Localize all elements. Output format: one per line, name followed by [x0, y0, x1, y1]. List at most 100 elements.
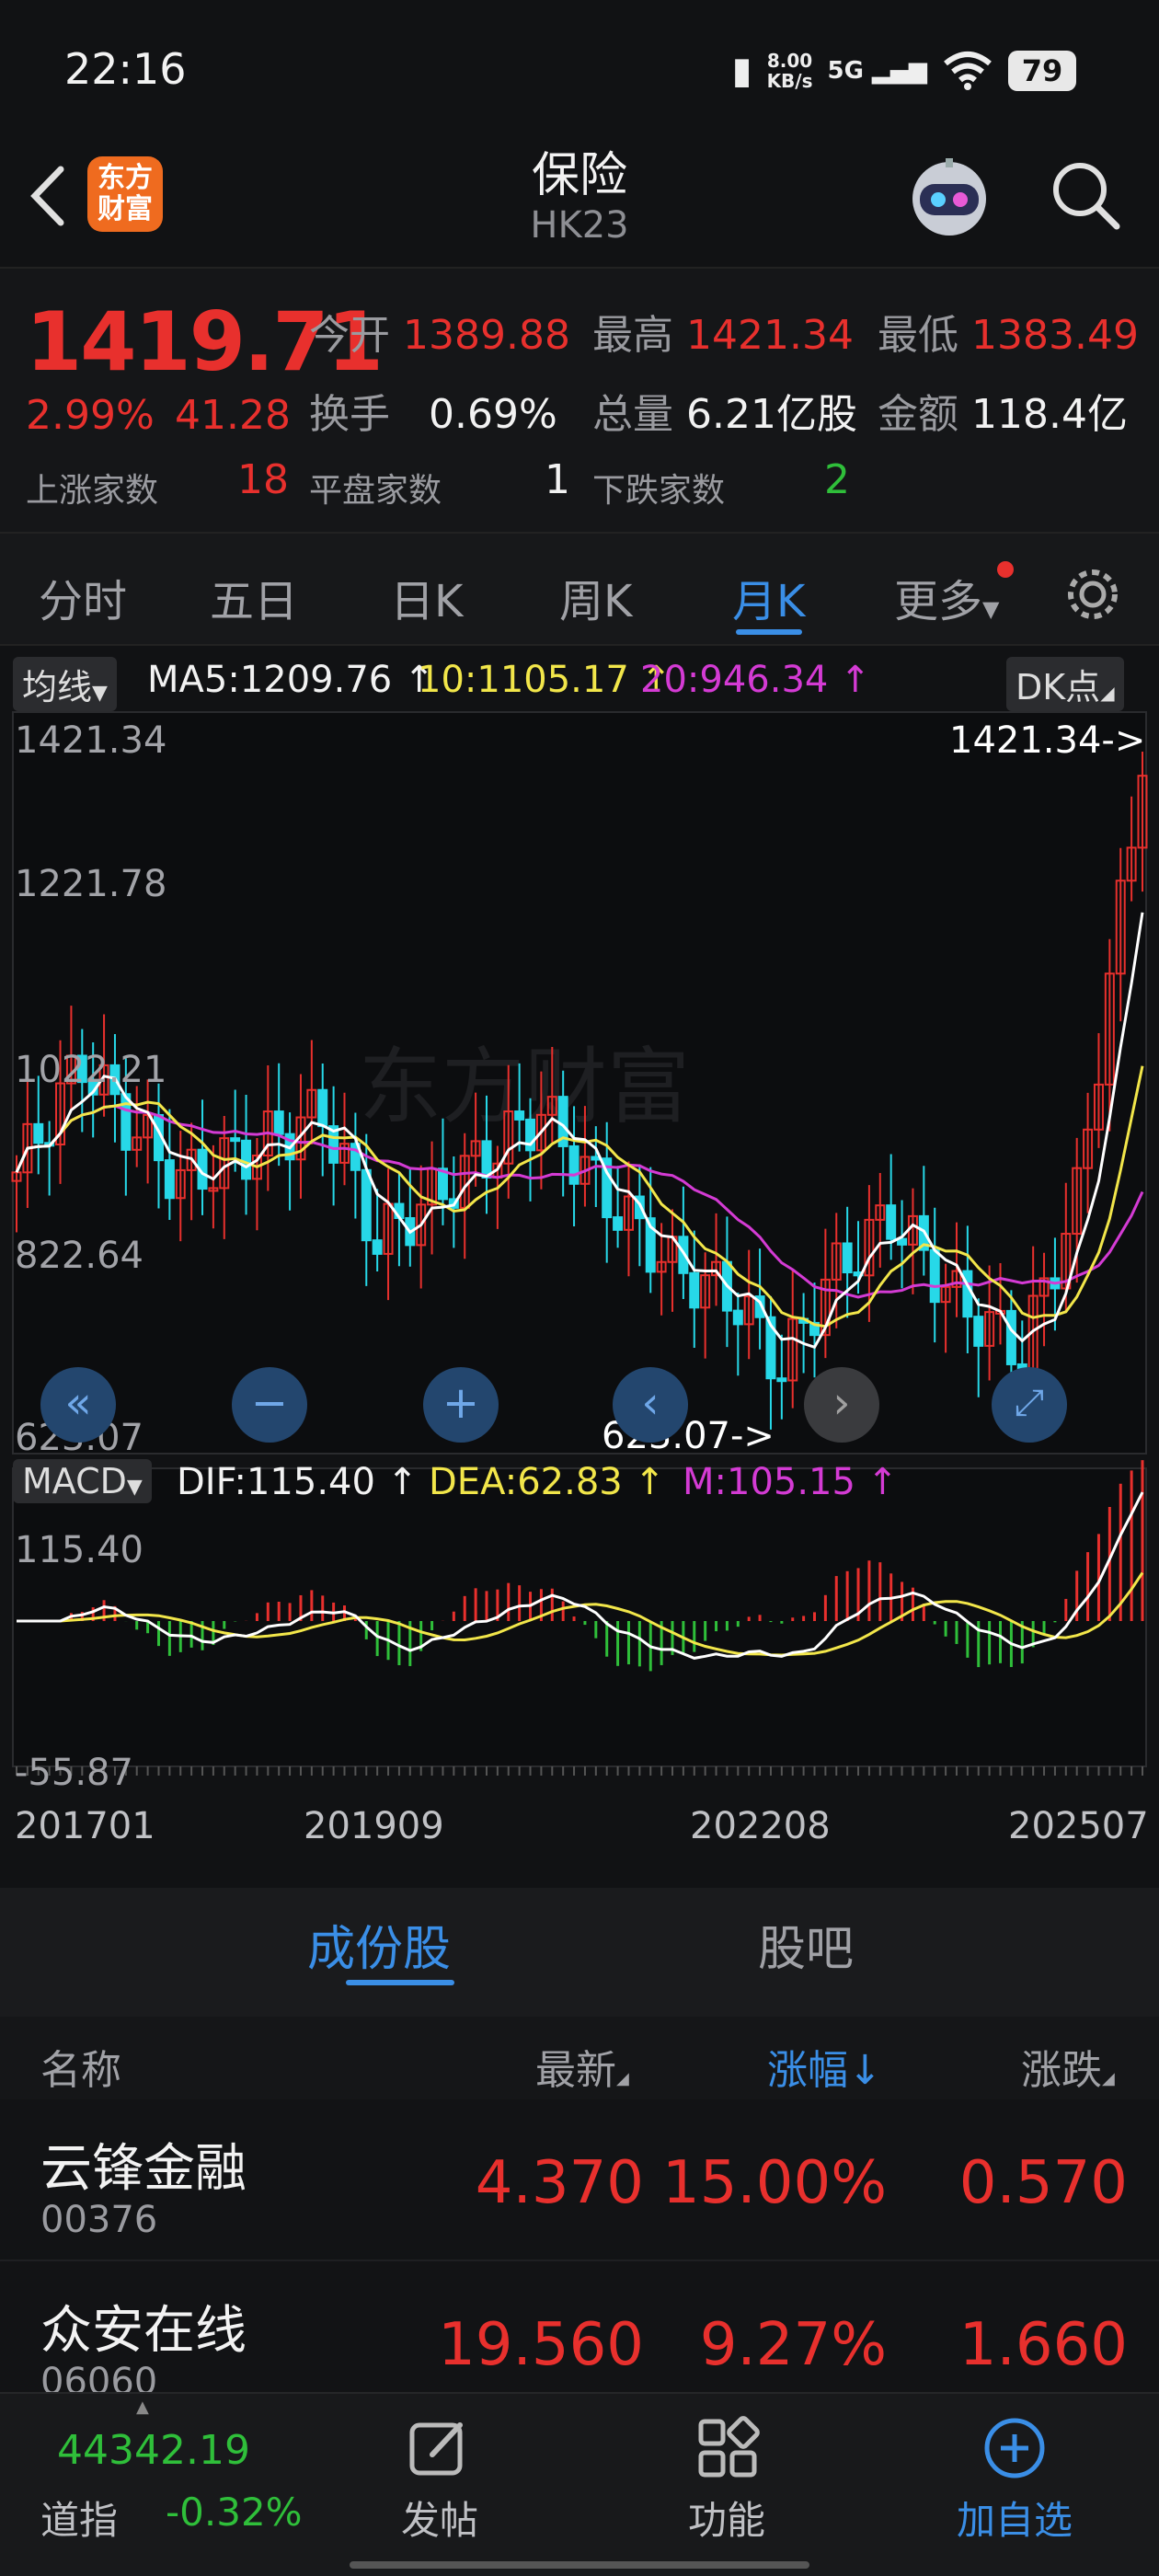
col-latest[interactable]: 最新◢ — [535, 2037, 629, 2096]
scroll-left-fast-button[interactable]: « — [40, 1367, 116, 1443]
speed-value: 8.00 — [766, 50, 813, 72]
col-chg[interactable]: 涨跌◢ — [1021, 2037, 1115, 2096]
bottom-nav: 44342.19 ▲ 道指 -0.32% 发帖 功能 加自选 — [0, 2392, 1159, 2576]
network-type: 5G — [827, 57, 864, 85]
edit-post-icon[interactable] — [407, 2416, 471, 2480]
tab-minute[interactable]: 分时 — [39, 565, 127, 629]
stock-latest: 4.370 — [475, 2149, 644, 2217]
dea-text: DEA:62.83 — [429, 1461, 623, 1503]
vibrate-icon: ▮ — [731, 50, 752, 92]
ma10-value: 10:1105.17 ↑ — [418, 659, 672, 701]
open-label: 今开 — [309, 312, 390, 359]
watermark: 东方财富 — [359, 1039, 690, 1135]
dk-point-toggle[interactable]: DK点◢ — [1006, 657, 1124, 711]
stock-chg: 0.570 — [958, 2149, 1128, 2217]
tab-weekly-k[interactable]: 周K — [559, 565, 632, 629]
candle-body — [33, 1122, 44, 1144]
active-tab-indicator — [736, 629, 802, 635]
zoom-in-button[interactable]: + — [423, 1367, 499, 1443]
notification-dot — [997, 561, 1014, 578]
change-value: 41.28 — [175, 392, 291, 439]
down-count-label: 下跌家数 — [592, 472, 726, 510]
up-count-label: 上涨家数 — [26, 472, 159, 510]
tab-more[interactable]: 更多▼ — [894, 565, 999, 629]
candle-body — [886, 1204, 897, 1240]
ma-legend: 均线▼ MA5:1209.76 ↑ 10:1105.17 ↑ 20:946.34… — [0, 655, 1159, 711]
xtick-3: 202208 — [690, 1805, 831, 1847]
active-list-tab-indicator — [346, 1980, 454, 1985]
down-count: 2 — [824, 456, 850, 503]
stock-pct: 9.27% — [699, 2311, 887, 2379]
candle-body — [273, 1110, 284, 1135]
function-label[interactable]: 功能 — [688, 2490, 765, 2546]
candle-body — [241, 1139, 252, 1180]
candle-body — [361, 1168, 372, 1242]
candle-body — [842, 1242, 853, 1274]
tab-constituents[interactable]: 成份股 — [307, 1910, 451, 1979]
expand-up-icon[interactable]: ▲ — [136, 2398, 149, 2417]
list-item[interactable]: 云锋金融 00376 4.370 15.00% 0.570 — [0, 2099, 1159, 2261]
flat-count: 1 — [545, 456, 570, 503]
stock-latest: 19.560 — [438, 2311, 644, 2379]
grid-function-icon[interactable] — [695, 2416, 760, 2480]
kline-chart[interactable]: 东方财富 — [0, 710, 1159, 1803]
settings-gear-icon[interactable] — [1063, 565, 1122, 624]
ma20-text: 20:946.34 — [640, 659, 829, 701]
macd-frame — [12, 1467, 1147, 1767]
volume-value: 6.21亿股 — [686, 391, 857, 438]
column-header: 名称 最新◢ 涨幅↓ 涨跌◢ — [0, 2017, 1159, 2099]
open-value: 1389.88 — [403, 312, 570, 359]
candle-body — [689, 1271, 700, 1309]
candle-body — [481, 1140, 492, 1179]
home-indicator — [350, 2561, 809, 2569]
fullscreen-icon[interactable]: ⤢ — [992, 1367, 1067, 1443]
dropdown-icon: ▼ — [126, 1476, 143, 1499]
ytick-2: 1221.78 — [15, 863, 167, 905]
signal-icon: 5G ▂▄▆ — [827, 57, 927, 85]
col-pct[interactable]: 涨幅↓ — [767, 2037, 882, 2096]
macd-selector[interactable]: MACD▼ — [13, 1459, 152, 1503]
candle-body — [973, 1316, 984, 1347]
battery-icon: 79 — [1008, 51, 1076, 91]
scroll-right-button[interactable]: › — [804, 1367, 879, 1443]
dea-value: DEA:62.83 ↑ — [429, 1461, 665, 1503]
scroll-left-button[interactable]: ‹ — [613, 1367, 688, 1443]
tab-forum[interactable]: 股吧 — [758, 1910, 854, 1979]
col-pct-label: 涨幅 — [767, 2047, 848, 2094]
dif-text: DIF:115.40 — [177, 1461, 375, 1503]
tab-monthly-k[interactable]: 月K — [732, 565, 805, 629]
turnover-value: 0.69% — [428, 391, 557, 438]
up-count: 18 — [237, 456, 289, 503]
high-value: 1421.34 — [686, 312, 854, 359]
stock-chg: 1.660 — [958, 2311, 1128, 2379]
quote-panel: 1419.71 2.99% 41.28 今开 1389.88 最高 1421.3… — [0, 267, 1159, 534]
index-value[interactable]: 44342.19 — [57, 2427, 250, 2474]
post-label[interactable]: 发帖 — [401, 2490, 478, 2546]
xtick-4: 202507 — [1008, 1805, 1149, 1847]
search-icon[interactable] — [1049, 158, 1122, 232]
change-pct: 2.99% — [26, 392, 155, 439]
tab-five-day[interactable]: 五日 — [210, 565, 298, 629]
add-watchlist-label[interactable]: 加自选 — [957, 2490, 1073, 2546]
tab-daily-k[interactable]: 日K — [390, 565, 463, 629]
candle-body — [514, 1110, 525, 1121]
candle-body — [568, 1144, 580, 1185]
add-watchlist-icon[interactable] — [982, 2416, 1047, 2480]
ma5-value: MA5:1209.76 ↑ — [147, 659, 435, 701]
robot-avatar-icon[interactable] — [905, 153, 993, 241]
volume-label: 总量 — [592, 391, 673, 438]
ma5-text: MA5:1209.76 — [147, 659, 393, 701]
col-name: 名称 — [40, 2047, 121, 2094]
dropdown-icon: ▼ — [982, 596, 1000, 622]
zoom-out-button[interactable]: − — [232, 1367, 307, 1443]
status-icons: ▮ 8.00 KB/s 5G ▂▄▆ 79 — [732, 48, 1076, 94]
ma-selector[interactable]: 均线▼ — [13, 657, 117, 711]
sort-desc-icon: ↓ — [848, 2047, 882, 2094]
stock-name: 云锋金融 — [40, 2139, 247, 2199]
candle-body — [1005, 1309, 1016, 1365]
amount-value: 118.4亿 — [971, 391, 1128, 438]
candle-body — [613, 1216, 624, 1231]
dropdown-icon: ▼ — [92, 682, 108, 705]
ytick-4: 822.64 — [15, 1235, 143, 1277]
index-change: -0.32% — [166, 2490, 303, 2535]
